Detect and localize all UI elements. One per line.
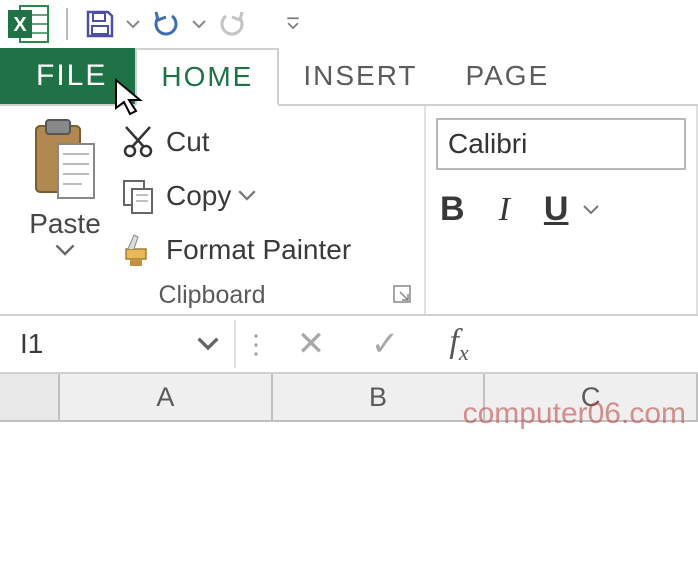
clipboard-group-title: Clipboard bbox=[0, 281, 424, 310]
copy-button[interactable]: Copy bbox=[120, 172, 414, 220]
insert-function-button[interactable]: fx bbox=[422, 316, 496, 372]
paste-icon bbox=[30, 118, 100, 204]
excel-logo: X bbox=[8, 4, 52, 44]
save-button[interactable] bbox=[78, 2, 122, 46]
copy-dropdown-icon[interactable] bbox=[237, 186, 257, 206]
watermark-text: computer06.com bbox=[463, 397, 686, 431]
name-box-value: I1 bbox=[20, 328, 43, 360]
group-font: Calibri B I U bbox=[426, 106, 698, 314]
copy-label: Copy bbox=[166, 180, 231, 212]
cancel-icon: ✕ bbox=[297, 324, 326, 364]
font-name-value: Calibri bbox=[448, 128, 527, 160]
fx-icon: fx bbox=[449, 323, 468, 366]
group-clipboard: Paste Cut bbox=[0, 106, 426, 314]
format-painter-button[interactable]: Format Painter bbox=[120, 226, 414, 274]
name-box-dropdown-icon[interactable] bbox=[196, 332, 220, 356]
font-name-combobox[interactable]: Calibri bbox=[436, 118, 686, 170]
paste-label: Paste bbox=[29, 208, 101, 240]
quick-access-toolbar: X bbox=[0, 0, 698, 48]
cancel-formula-button[interactable]: ✕ bbox=[274, 316, 348, 372]
italic-button[interactable]: I bbox=[499, 191, 510, 229]
save-icon bbox=[84, 8, 116, 40]
ribbon-tabs: FILE HOME INSERT PAGE bbox=[0, 48, 698, 106]
name-box[interactable]: I1 bbox=[6, 320, 236, 368]
formula-bar-grip-icon: ⋮ bbox=[242, 316, 274, 372]
tab-home[interactable]: HOME bbox=[135, 48, 279, 106]
select-all-corner[interactable] bbox=[0, 374, 60, 420]
scissors-icon bbox=[120, 123, 158, 161]
save-dropdown[interactable] bbox=[122, 2, 144, 46]
formula-bar: I1 ⋮ ✕ ✓ fx bbox=[0, 316, 698, 374]
qat-customize-dropdown[interactable] bbox=[282, 2, 304, 46]
format-painter-icon bbox=[120, 231, 158, 269]
column-header-b[interactable]: B bbox=[273, 374, 486, 420]
worksheet-grid[interactable] bbox=[0, 422, 698, 576]
copy-icon bbox=[120, 177, 158, 215]
tab-insert[interactable]: INSERT bbox=[279, 48, 441, 104]
column-header-a[interactable]: A bbox=[60, 374, 273, 420]
qat-separator bbox=[66, 8, 68, 40]
check-icon: ✓ bbox=[371, 324, 400, 364]
underline-button[interactable]: U bbox=[544, 190, 569, 229]
redo-icon bbox=[216, 8, 248, 40]
undo-button[interactable] bbox=[144, 2, 188, 46]
format-painter-label: Format Painter bbox=[166, 234, 351, 266]
mouse-cursor-icon bbox=[112, 78, 146, 118]
underline-dropdown-icon[interactable] bbox=[582, 200, 600, 220]
tab-page-layout[interactable]: PAGE bbox=[442, 48, 574, 104]
ribbon-home: Paste Cut bbox=[0, 106, 698, 316]
cut-button[interactable]: Cut bbox=[120, 118, 414, 166]
undo-icon bbox=[150, 8, 182, 40]
enter-formula-button[interactable]: ✓ bbox=[348, 316, 422, 372]
undo-dropdown[interactable] bbox=[188, 2, 210, 46]
cut-label: Cut bbox=[166, 126, 210, 158]
bold-button[interactable]: B bbox=[440, 190, 465, 229]
clipboard-dialog-launcher[interactable] bbox=[392, 284, 414, 306]
redo-button[interactable] bbox=[210, 2, 254, 46]
svg-text:X: X bbox=[13, 14, 27, 36]
paste-dropdown-icon[interactable] bbox=[54, 242, 76, 258]
